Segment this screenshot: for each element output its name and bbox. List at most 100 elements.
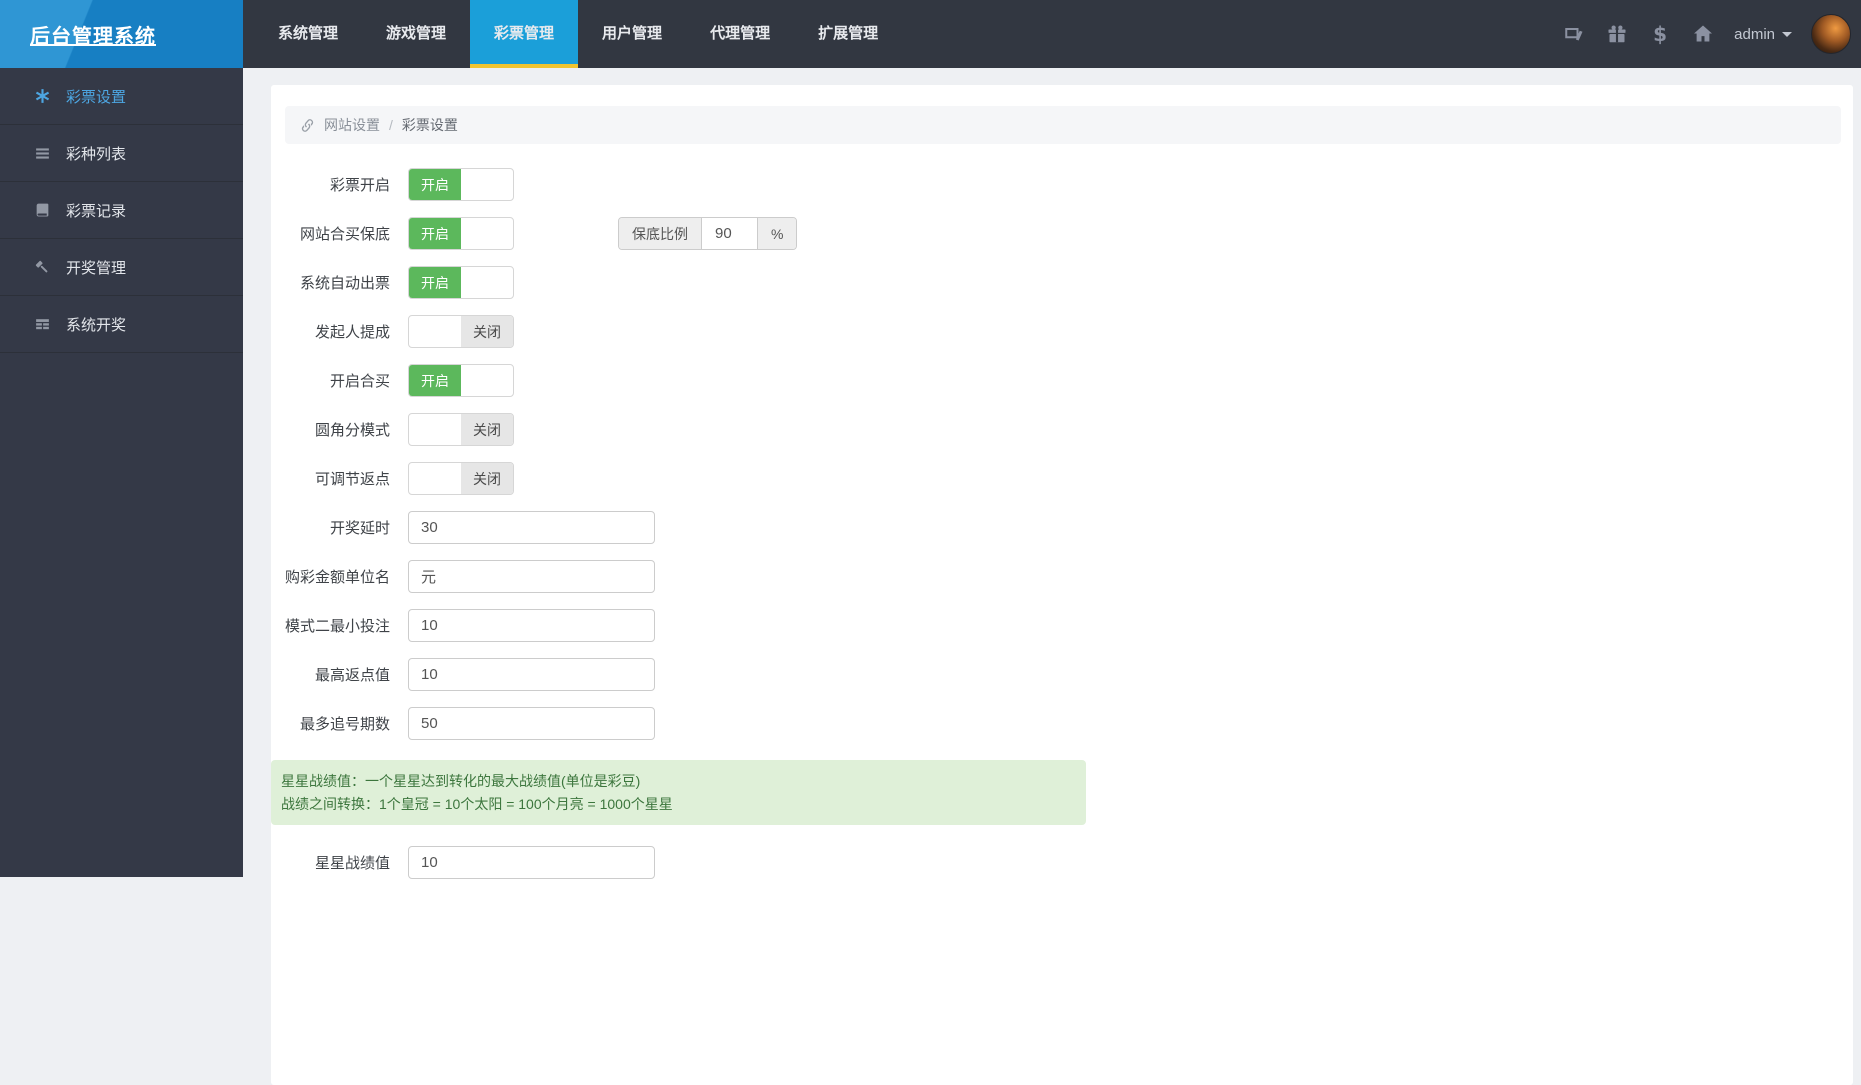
user-dropdown[interactable]: admin xyxy=(1734,26,1792,43)
form-row: 可调节返点 关闭 xyxy=(285,462,1841,495)
breadcrumb-parent[interactable]: 网站设置 xyxy=(324,115,380,135)
form-row-label: 星星战绩值 xyxy=(285,852,390,873)
top-nav-tab[interactable]: 用户管理 xyxy=(578,0,686,68)
toggle-switch[interactable]: 开启 xyxy=(408,217,514,250)
form-row-label: 发起人提成 xyxy=(285,321,390,342)
top-nav-tab-label: 系统管理 xyxy=(278,22,338,43)
top-nav-tab[interactable]: 扩展管理 xyxy=(794,0,902,68)
toggle-switch[interactable]: 开启 xyxy=(408,168,514,201)
form-row-label: 最高返点值 xyxy=(285,664,390,685)
info-alert: 星星战绩值：一个星星达到转化的最大战绩值(单位是彩豆) 战绩之间转换：1个皇冠 … xyxy=(271,760,1086,825)
top-nav-tab[interactable]: 系统管理 xyxy=(254,0,362,68)
settings-form: 彩票开启 开启 网站合买保底 开启 保底比例 % 系统自动出票 开启 发起人提成… xyxy=(285,168,1841,879)
form-row: 开奖延时 xyxy=(285,511,1841,544)
top-nav-tab-label: 彩票管理 xyxy=(494,22,554,43)
home-icon[interactable] xyxy=(1691,22,1715,46)
breadcrumb-separator: / xyxy=(389,117,393,133)
form-row: 最高返点值 xyxy=(285,658,1841,691)
toggle-switch[interactable]: 关闭 xyxy=(408,315,514,348)
form-text-input[interactable] xyxy=(408,609,655,642)
sidebar-item-label: 彩种列表 xyxy=(66,143,126,164)
main-content: 网站设置 / 彩票设置 彩票开启 开启 网站合买保底 开启 保底比例 % 系统自… xyxy=(243,68,1861,877)
form-row: 圆角分模式 关闭 xyxy=(285,413,1841,446)
toggle-on-half: 开启 xyxy=(409,218,461,249)
top-nav-tab-label: 代理管理 xyxy=(710,22,770,43)
toggle-switch[interactable]: 开启 xyxy=(408,364,514,397)
toggle-switch[interactable]: 关闭 xyxy=(408,462,514,495)
top-nav-tab-label: 游戏管理 xyxy=(386,22,446,43)
form-row-label: 可调节返点 xyxy=(285,468,390,489)
toggle-off-half: 关闭 xyxy=(461,414,513,445)
form-row: 系统自动出票 开启 xyxy=(285,266,1841,299)
guarantee-ratio-group: 保底比例 % xyxy=(618,217,797,250)
form-text-input[interactable] xyxy=(408,846,655,879)
form-text-input[interactable] xyxy=(408,560,655,593)
toggle-switch[interactable]: 开启 xyxy=(408,266,514,299)
avatar[interactable] xyxy=(1811,14,1851,54)
form-row-label: 圆角分模式 xyxy=(285,419,390,440)
form-row: 网站合买保底 开启 保底比例 % xyxy=(285,217,1841,250)
form-text-input[interactable] xyxy=(408,707,655,740)
toggle-on-half: 开启 xyxy=(409,169,461,200)
toggle-on-half: 开启 xyxy=(409,365,461,396)
form-row-label: 系统自动出票 xyxy=(285,272,390,293)
sidebar-item-label: 开奖管理 xyxy=(66,257,126,278)
breadcrumb-current: 彩票设置 xyxy=(402,115,458,135)
sidebar-item-label: 彩票记录 xyxy=(66,200,126,221)
app-logo[interactable]: 后台管理系统 xyxy=(0,0,243,68)
form-row-label: 模式二最小投注 xyxy=(285,615,390,636)
gift-icon[interactable] xyxy=(1605,22,1629,46)
form-row: 发起人提成 关闭 xyxy=(285,315,1841,348)
form-row: 模式二最小投注 xyxy=(285,609,1841,642)
form-row-label: 彩票开启 xyxy=(285,174,390,195)
guarantee-ratio-input[interactable] xyxy=(702,218,757,249)
form-row: 最多追号期数 xyxy=(285,707,1841,740)
sidebar: 彩票设置 彩种列表 彩票记录 开奖管理 系统开奖 xyxy=(0,68,243,877)
percent-unit-label: % xyxy=(757,218,796,249)
form-row: 星星战绩值 xyxy=(285,846,1841,879)
gavel-icon xyxy=(34,259,51,276)
sidebar-item-label: 彩票设置 xyxy=(66,86,126,107)
sidebar-item-label: 系统开奖 xyxy=(66,314,126,335)
breadcrumb: 网站设置 / 彩票设置 xyxy=(285,106,1841,144)
toggle-off-half: 关闭 xyxy=(461,316,513,347)
list-icon xyxy=(34,145,51,162)
form-row: 开启合买 开启 xyxy=(285,364,1841,397)
form-text-input[interactable] xyxy=(408,511,655,544)
top-nav-tab[interactable]: 彩票管理 xyxy=(470,0,578,68)
monitor-icon[interactable] xyxy=(1562,22,1586,46)
top-nav-tab-label: 用户管理 xyxy=(602,22,662,43)
top-nav-tab[interactable]: 代理管理 xyxy=(686,0,794,68)
form-row-label: 购彩金额单位名 xyxy=(285,566,390,587)
form-row-label: 开奖延时 xyxy=(285,517,390,538)
sidebar-item[interactable]: 彩票设置 xyxy=(0,68,243,125)
toggle-on-half xyxy=(409,414,461,445)
top-nav-tab-label: 扩展管理 xyxy=(818,22,878,43)
dollar-icon[interactable]: $ xyxy=(1648,22,1672,46)
toggle-on-half: 开启 xyxy=(409,267,461,298)
form-row-label: 网站合买保底 xyxy=(285,223,390,244)
sidebar-item[interactable]: 系统开奖 xyxy=(0,296,243,353)
toggle-off-half xyxy=(461,267,513,298)
guarantee-ratio-label: 保底比例 xyxy=(619,218,702,249)
toggle-off-half xyxy=(461,365,513,396)
form-row-label: 最多追号期数 xyxy=(285,713,390,734)
form-text-input[interactable] xyxy=(408,658,655,691)
form-row: 彩票开启 开启 xyxy=(285,168,1841,201)
info-alert-line1: 星星战绩值：一个星星达到转化的最大战绩值(单位是彩豆) xyxy=(281,770,1072,793)
top-nav-tab[interactable]: 游戏管理 xyxy=(362,0,470,68)
asterisk-icon xyxy=(34,88,51,105)
toggle-on-half xyxy=(409,463,461,494)
info-alert-line2: 战绩之间转换：1个皇冠 = 10个太阳 = 100个月亮 = 1000个星星 xyxy=(281,793,1072,816)
toggle-switch[interactable]: 关闭 xyxy=(408,413,514,446)
content-card: 网站设置 / 彩票设置 彩票开启 开启 网站合买保底 开启 保底比例 % 系统自… xyxy=(271,85,1853,1085)
user-name: admin xyxy=(1734,26,1775,43)
sidebar-item[interactable]: 开奖管理 xyxy=(0,239,243,296)
top-header: 后台管理系统 系统管理 游戏管理 彩票管理 用户管理 代理管理 扩展管理 $ a… xyxy=(0,0,1861,68)
chevron-down-icon xyxy=(1782,32,1792,37)
toggle-off-half xyxy=(461,218,513,249)
table-icon xyxy=(34,316,51,333)
book-icon xyxy=(34,202,51,219)
sidebar-item[interactable]: 彩种列表 xyxy=(0,125,243,182)
sidebar-item[interactable]: 彩票记录 xyxy=(0,182,243,239)
